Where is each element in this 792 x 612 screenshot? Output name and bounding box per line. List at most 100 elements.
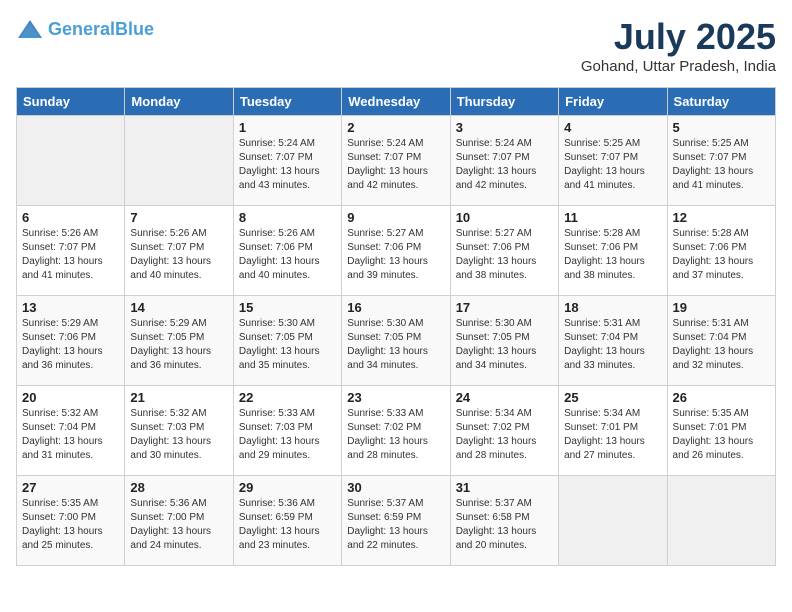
calendar-cell: 5 Sunrise: 5:25 AM Sunset: 7:07 PM Daylig… xyxy=(667,116,775,206)
day-info: Sunrise: 5:32 AM Sunset: 7:03 PM Dayligh… xyxy=(130,407,227,463)
calendar-header: SundayMondayTuesdayWednesdayThursdayFrid… xyxy=(17,88,776,116)
calendar-cell: 21 Sunrise: 5:32 AM Sunset: 7:03 PM Dayli… xyxy=(125,386,233,476)
calendar-cell: 14 Sunrise: 5:29 AM Sunset: 7:05 PM Dayli… xyxy=(125,296,233,386)
logo-line2: Blue xyxy=(115,19,154,39)
logo-line1: General xyxy=(48,19,115,39)
calendar-cell: 24 Sunrise: 5:34 AM Sunset: 7:02 PM Dayli… xyxy=(450,386,558,476)
day-number: 15 xyxy=(239,300,336,315)
weekday-row: SundayMondayTuesdayWednesdayThursdayFrid… xyxy=(17,88,776,116)
day-info: Sunrise: 5:33 AM Sunset: 7:02 PM Dayligh… xyxy=(347,407,444,463)
day-info: Sunrise: 5:28 AM Sunset: 7:06 PM Dayligh… xyxy=(564,227,661,283)
day-info: Sunrise: 5:24 AM Sunset: 7:07 PM Dayligh… xyxy=(239,137,336,193)
calendar-cell: 22Sunrise: 5:33 AM Sunset: 7:03 PM Dayli… xyxy=(233,386,341,476)
day-info: Sunrise: 5:31 AM Sunset: 7:04 PM Dayligh… xyxy=(673,317,770,373)
day-number: 16 xyxy=(347,300,444,315)
calendar-cell: 4 Sunrise: 5:25 AM Sunset: 7:07 PM Daylig… xyxy=(559,116,667,206)
week-row: 20 Sunrise: 5:32 AM Sunset: 7:04 PM Dayli… xyxy=(17,386,776,476)
day-info: Sunrise: 5:33 AM Sunset: 7:03 PM Dayligh… xyxy=(239,407,336,463)
day-info: Sunrise: 5:29 AM Sunset: 7:05 PM Dayligh… xyxy=(130,317,227,373)
day-number: 20 xyxy=(22,390,119,405)
calendar-table: SundayMondayTuesdayWednesdayThursdayFrid… xyxy=(16,87,776,566)
day-number: 2 xyxy=(347,120,444,135)
day-number: 10 xyxy=(456,210,553,225)
calendar-cell: 7 Sunrise: 5:26 AM Sunset: 7:07 PM Daylig… xyxy=(125,206,233,296)
calendar-cell: 20 Sunrise: 5:32 AM Sunset: 7:04 PM Dayli… xyxy=(17,386,125,476)
calendar-cell: 25Sunrise: 5:34 AM Sunset: 7:01 PM Dayli… xyxy=(559,386,667,476)
day-number: 12 xyxy=(673,210,770,225)
day-number: 27 xyxy=(22,480,119,495)
calendar-cell: 23Sunrise: 5:33 AM Sunset: 7:02 PM Dayli… xyxy=(342,386,450,476)
day-number: 19 xyxy=(673,300,770,315)
day-info: Sunrise: 5:35 AM Sunset: 7:01 PM Dayligh… xyxy=(673,407,770,463)
calendar-cell: 8 Sunrise: 5:26 AM Sunset: 7:06 PM Daylig… xyxy=(233,206,341,296)
day-number: 5 xyxy=(673,120,770,135)
day-number: 14 xyxy=(130,300,227,315)
day-info: Sunrise: 5:37 AM Sunset: 6:58 PM Dayligh… xyxy=(456,497,553,553)
week-row: 13Sunrise: 5:29 AM Sunset: 7:06 PM Dayli… xyxy=(17,296,776,386)
calendar-cell: 11Sunrise: 5:28 AM Sunset: 7:06 PM Dayli… xyxy=(559,206,667,296)
day-info: Sunrise: 5:28 AM Sunset: 7:06 PM Dayligh… xyxy=(673,227,770,283)
calendar-cell: 1Sunrise: 5:24 AM Sunset: 7:07 PM Daylig… xyxy=(233,116,341,206)
day-number: 26 xyxy=(673,390,770,405)
day-number: 13 xyxy=(22,300,119,315)
calendar-cell xyxy=(559,476,667,566)
day-info: Sunrise: 5:34 AM Sunset: 7:02 PM Dayligh… xyxy=(456,407,553,463)
day-number: 9 xyxy=(347,210,444,225)
day-info: Sunrise: 5:35 AM Sunset: 7:00 PM Dayligh… xyxy=(22,497,119,553)
calendar-cell: 12 Sunrise: 5:28 AM Sunset: 7:06 PM Dayli… xyxy=(667,206,775,296)
calendar-cell: 16 Sunrise: 5:30 AM Sunset: 7:05 PM Dayli… xyxy=(342,296,450,386)
weekday-header: Tuesday xyxy=(233,88,341,116)
day-number: 7 xyxy=(130,210,227,225)
day-info: Sunrise: 5:26 AM Sunset: 7:07 PM Dayligh… xyxy=(130,227,227,283)
calendar-cell xyxy=(17,116,125,206)
day-info: Sunrise: 5:25 AM Sunset: 7:07 PM Dayligh… xyxy=(673,137,770,193)
day-number: 30 xyxy=(347,480,444,495)
day-info: Sunrise: 5:25 AM Sunset: 7:07 PM Dayligh… xyxy=(564,137,661,193)
weekday-header: Monday xyxy=(125,88,233,116)
day-info: Sunrise: 5:31 AM Sunset: 7:04 PM Dayligh… xyxy=(564,317,661,373)
week-row: 6Sunrise: 5:26 AM Sunset: 7:07 PM Daylig… xyxy=(17,206,776,296)
day-number: 4 xyxy=(564,120,661,135)
calendar-cell: 15Sunrise: 5:30 AM Sunset: 7:05 PM Dayli… xyxy=(233,296,341,386)
day-info: Sunrise: 5:24 AM Sunset: 7:07 PM Dayligh… xyxy=(347,137,444,193)
month-title: July 2025 xyxy=(581,16,776,58)
logo: GeneralBlue xyxy=(16,16,154,44)
day-info: Sunrise: 5:36 AM Sunset: 6:59 PM Dayligh… xyxy=(239,497,336,553)
page-header: GeneralBlue July 2025 Gohand, Uttar Prad… xyxy=(16,16,776,75)
calendar-cell: 31 Sunrise: 5:37 AM Sunset: 6:58 PM Dayli… xyxy=(450,476,558,566)
calendar-cell: 17Sunrise: 5:30 AM Sunset: 7:05 PM Dayli… xyxy=(450,296,558,386)
calendar-cell: 19 Sunrise: 5:31 AM Sunset: 7:04 PM Dayli… xyxy=(667,296,775,386)
week-row: 1Sunrise: 5:24 AM Sunset: 7:07 PM Daylig… xyxy=(17,116,776,206)
logo-text: GeneralBlue xyxy=(48,20,154,40)
day-number: 24 xyxy=(456,390,553,405)
day-info: Sunrise: 5:24 AM Sunset: 7:07 PM Dayligh… xyxy=(456,137,553,193)
calendar-cell xyxy=(125,116,233,206)
title-area: July 2025 Gohand, Uttar Pradesh, India xyxy=(581,16,776,75)
calendar-cell: 27 Sunrise: 5:35 AM Sunset: 7:00 PM Dayli… xyxy=(17,476,125,566)
calendar-cell: 26 Sunrise: 5:35 AM Sunset: 7:01 PM Dayli… xyxy=(667,386,775,476)
calendar-body: 1Sunrise: 5:24 AM Sunset: 7:07 PM Daylig… xyxy=(17,116,776,566)
calendar-cell: 3 Sunrise: 5:24 AM Sunset: 7:07 PM Daylig… xyxy=(450,116,558,206)
day-number: 21 xyxy=(130,390,227,405)
calendar-cell: 18Sunrise: 5:31 AM Sunset: 7:04 PM Dayli… xyxy=(559,296,667,386)
day-info: Sunrise: 5:37 AM Sunset: 6:59 PM Dayligh… xyxy=(347,497,444,553)
day-info: Sunrise: 5:26 AM Sunset: 7:06 PM Dayligh… xyxy=(239,227,336,283)
day-number: 28 xyxy=(130,480,227,495)
day-number: 8 xyxy=(239,210,336,225)
calendar-cell: 28Sunrise: 5:36 AM Sunset: 7:00 PM Dayli… xyxy=(125,476,233,566)
calendar-cell: 10Sunrise: 5:27 AM Sunset: 7:06 PM Dayli… xyxy=(450,206,558,296)
day-info: Sunrise: 5:30 AM Sunset: 7:05 PM Dayligh… xyxy=(347,317,444,373)
weekday-header: Sunday xyxy=(17,88,125,116)
weekday-header: Thursday xyxy=(450,88,558,116)
calendar-cell: 2 Sunrise: 5:24 AM Sunset: 7:07 PM Daylig… xyxy=(342,116,450,206)
day-number: 31 xyxy=(456,480,553,495)
location: Gohand, Uttar Pradesh, India xyxy=(581,58,776,75)
day-info: Sunrise: 5:32 AM Sunset: 7:04 PM Dayligh… xyxy=(22,407,119,463)
day-number: 29 xyxy=(239,480,336,495)
weekday-header: Saturday xyxy=(667,88,775,116)
day-info: Sunrise: 5:26 AM Sunset: 7:07 PM Dayligh… xyxy=(22,227,119,283)
calendar-cell: 13Sunrise: 5:29 AM Sunset: 7:06 PM Dayli… xyxy=(17,296,125,386)
day-number: 3 xyxy=(456,120,553,135)
calendar-cell: 9Sunrise: 5:27 AM Sunset: 7:06 PM Daylig… xyxy=(342,206,450,296)
day-info: Sunrise: 5:34 AM Sunset: 7:01 PM Dayligh… xyxy=(564,407,661,463)
